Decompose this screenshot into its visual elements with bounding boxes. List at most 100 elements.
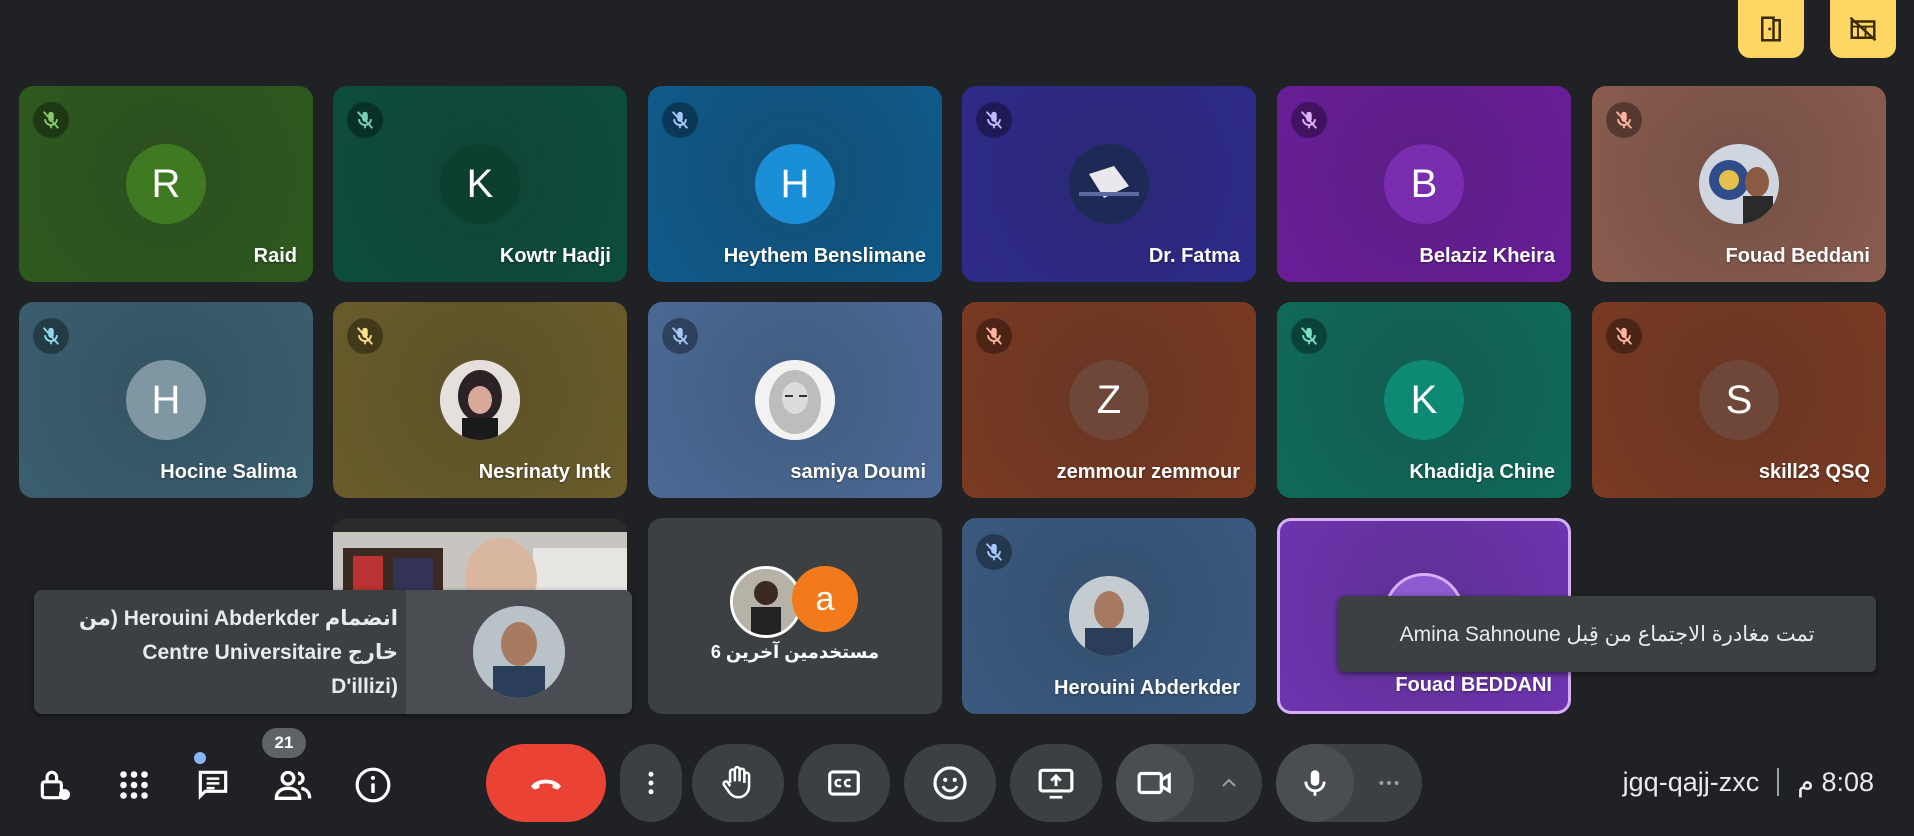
profile-photo (755, 360, 835, 440)
layout-button[interactable] (1830, 0, 1896, 58)
meeting-info: jgq-qajj-zxc 8:08 م (1623, 764, 1874, 800)
participant-name: Heythem Benslimane (723, 245, 926, 267)
participant-name: Dr. Fatma (1148, 245, 1240, 267)
participant-name: skill23 QSQ (1758, 461, 1870, 483)
participant-name: Fouad BEDDANI (1395, 674, 1552, 696)
leave-call-button[interactable] (486, 744, 606, 822)
mic-off-icon (1615, 111, 1633, 129)
lock-person-icon (40, 770, 71, 801)
hang-up-icon (531, 779, 561, 790)
participant-avatar (440, 360, 520, 440)
muted-indicator (662, 102, 698, 138)
participant-avatar (1069, 144, 1149, 224)
participant-avatar: Z (1069, 360, 1149, 440)
more-vert-icon (648, 771, 654, 795)
profile-photo (440, 360, 520, 440)
chat-icon (198, 770, 228, 800)
participant-name: zemmour zemmour (1056, 461, 1240, 483)
door-icon (1761, 16, 1781, 42)
participant-avatar (1069, 576, 1149, 656)
participant-tile[interactable]: Nesrinaty Intk (333, 302, 627, 498)
person-photo (473, 606, 565, 698)
participant-name: Nesrinaty Intk (478, 461, 611, 483)
participant-avatar: K (1384, 360, 1464, 440)
participant-avatar: H (126, 360, 206, 440)
participant-tile[interactable]: Herouini Abderkder (962, 518, 1256, 714)
participant-tile[interactable]: Zzemmour zemmour (962, 302, 1256, 498)
participant-name: Hocine Salima (160, 461, 297, 483)
participant-tile[interactable]: K Khadidja Chine (1277, 302, 1571, 498)
participant-tile[interactable]: H Heythem Benslimane (648, 86, 942, 282)
no-layout-icon (1849, 16, 1877, 42)
people-button[interactable]: 21 (262, 728, 318, 810)
participant-avatar: R (126, 144, 206, 224)
participant-tile[interactable]: B Belaziz Kheira (1277, 86, 1571, 282)
camera-control-group (1116, 744, 1262, 822)
muted-indicator (347, 102, 383, 138)
mic-off-icon (356, 111, 374, 129)
others-initial-avatar: a (792, 566, 858, 632)
muted-indicator (976, 534, 1012, 570)
apps-grid-icon (120, 771, 148, 799)
mic-off-icon (985, 543, 1003, 561)
muted-indicator (33, 318, 69, 354)
participant-tile[interactable]: K Kowtr Hadji (333, 86, 627, 282)
participant-avatar: K (440, 144, 520, 224)
chat-unread-dot (194, 752, 206, 764)
chat-button[interactable] (188, 752, 238, 810)
mic-off-icon (671, 327, 689, 345)
participant-name: samiya Doumi (790, 461, 926, 483)
participant-tile[interactable]: H Hocine Salima (19, 302, 313, 498)
muted-indicator (1291, 318, 1327, 354)
mic-off-icon (985, 111, 1003, 129)
join-notification-avatar (406, 590, 632, 714)
participant-tile[interactable]: samiya Doumi (648, 302, 942, 498)
people-icon (274, 770, 312, 800)
participant-name: Kowtr Hadji (499, 245, 611, 267)
mic-toggle-button[interactable] (1276, 744, 1354, 822)
others-label: 6 مستخدمين آخرين (710, 642, 880, 662)
join-notification: انضمام Herouini Abderkder (من خارج Centr… (34, 590, 632, 714)
join-notification-line1: انضمام Herouini Abderkder (من (79, 607, 398, 630)
activities-button[interactable] (109, 760, 159, 810)
leave-room-button[interactable] (1738, 0, 1804, 58)
mic-off-icon (42, 111, 60, 129)
participant-avatar: S (1699, 360, 1779, 440)
present-screen-button[interactable] (1010, 744, 1102, 822)
participant-tile[interactable]: Sskill23 QSQ (1592, 302, 1886, 498)
camera-toggle-button[interactable] (1116, 744, 1194, 822)
muted-indicator (662, 318, 698, 354)
raise-hand-button[interactable] (692, 744, 784, 822)
videocam-icon (1137, 771, 1171, 795)
host-controls-button[interactable] (30, 760, 80, 810)
participant-tile[interactable]: R Raid (19, 86, 313, 282)
more-options-button[interactable] (620, 744, 682, 822)
mic-icon (1304, 770, 1326, 796)
meeting-details-button[interactable] (348, 760, 398, 810)
mic-off-icon (356, 327, 374, 345)
mic-off-icon (671, 111, 689, 129)
captions-button[interactable] (798, 744, 890, 822)
participant-tile[interactable]: Fouad Beddani (1592, 86, 1886, 282)
other-participants-tile[interactable]: a 6 مستخدمين آخرين (648, 518, 942, 714)
chevron-up-icon (1222, 778, 1236, 787)
muted-indicator (1606, 318, 1642, 354)
leave-notification-text: تمت مغادرة الاجتماع من قِبل Amina Sahnou… (1399, 622, 1815, 646)
muted-indicator (1291, 102, 1327, 138)
emoji-icon (933, 766, 967, 800)
muted-indicator (347, 318, 383, 354)
participant-name: Raid (253, 245, 297, 267)
participant-tile[interactable]: Dr. Fatma (962, 86, 1256, 282)
more-horiz-icon (1379, 781, 1399, 785)
mic-off-icon (1615, 327, 1633, 345)
mic-options-button[interactable] (1356, 744, 1422, 822)
present-to-all-icon (1038, 768, 1074, 799)
reactions-button[interactable] (904, 744, 996, 822)
mic-off-icon (1300, 111, 1318, 129)
participant-avatar (755, 360, 835, 440)
mic-off-icon (42, 327, 60, 345)
participant-name: Herouini Abderkder (1054, 677, 1240, 699)
people-count-badge: 21 (262, 728, 306, 758)
leave-notification: تمت مغادرة الاجتماع من قِبل Amina Sahnou… (1338, 596, 1876, 672)
camera-options-button[interactable] (1196, 744, 1262, 822)
